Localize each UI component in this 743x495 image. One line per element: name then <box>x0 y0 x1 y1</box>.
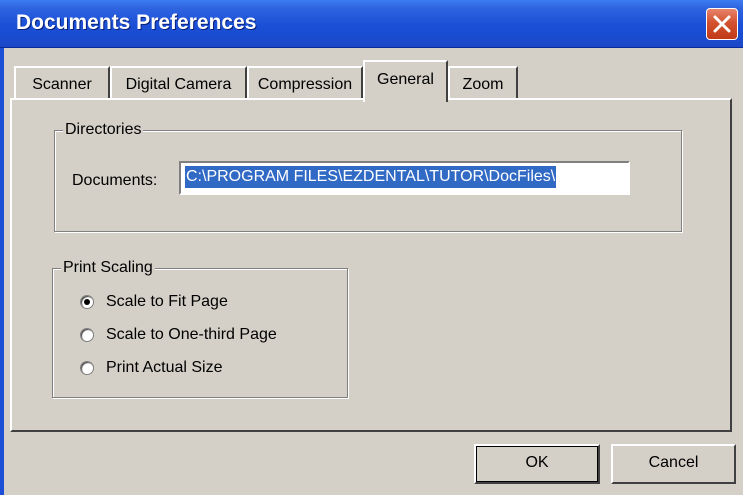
window-title: Documents Preferences <box>16 11 257 34</box>
radio-label: Scale to Fit Page <box>106 293 228 310</box>
ok-button[interactable]: OK <box>474 444 600 484</box>
tab-general[interactable]: General <box>363 60 448 102</box>
radio-label: Print Actual Size <box>106 359 223 376</box>
print-scaling-group-label: Print Scaling <box>61 259 155 277</box>
radio-selected-icon <box>80 295 94 309</box>
tab-label: Zoom <box>462 76 504 93</box>
documents-label: Documents: <box>72 172 158 189</box>
tab-label: Scanner <box>32 76 92 93</box>
radio-scale-to-fit-page[interactable]: Scale to Fit Page <box>80 291 228 313</box>
tab-zoom[interactable]: Zoom <box>448 66 518 100</box>
close-icon <box>713 15 731 33</box>
documents-path-field[interactable]: C:\PROGRAM FILES\EZDENTAL\TUTOR\DocFiles… <box>179 161 630 195</box>
radio-empty-icon <box>80 328 94 342</box>
tab-digital-camera[interactable]: Digital Camera <box>110 66 247 100</box>
tab-scanner[interactable]: Scanner <box>14 66 110 100</box>
title-bar[interactable]: Documents Preferences <box>0 0 743 48</box>
tab-compression[interactable]: Compression <box>247 66 363 100</box>
radio-scale-to-one-third-page[interactable]: Scale to One-third Page <box>80 324 277 346</box>
radio-empty-icon <box>80 361 94 375</box>
tab-label: Digital Camera <box>125 76 232 93</box>
documents-path-value: C:\PROGRAM FILES\EZDENTAL\TUTOR\DocFiles… <box>185 166 557 188</box>
directories-group-label: Directories <box>63 121 144 139</box>
radio-print-actual-size[interactable]: Print Actual Size <box>80 357 223 379</box>
tab-label: General <box>377 71 434 88</box>
radio-label: Scale to One-third Page <box>106 326 277 343</box>
window-frame-left <box>0 48 4 495</box>
tab-label: Compression <box>257 76 353 93</box>
cancel-button[interactable]: Cancel <box>611 444 736 484</box>
close-button[interactable] <box>706 8 738 40</box>
